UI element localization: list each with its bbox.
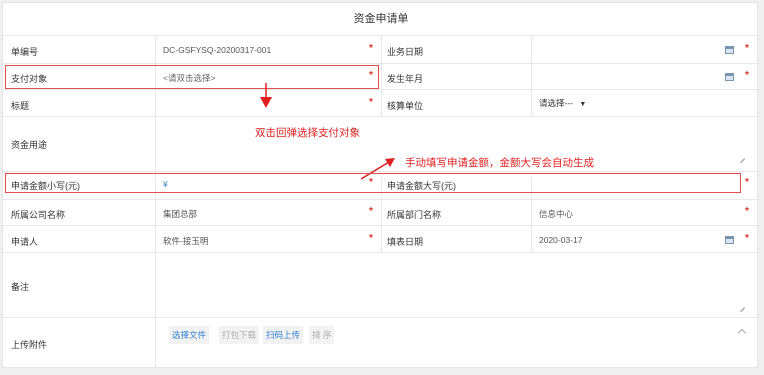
purpose-label: 资金用途 [11,140,48,150]
amount-upper-label: 申请金额大写(元) [387,181,456,191]
divider [155,177,156,369]
required-mark: * [369,97,373,108]
department-value[interactable]: 信息中心 [539,208,573,220]
applicant-value[interactable]: 软件-接玉明 [163,235,208,247]
accounting-unit-select[interactable]: 请选择--- ▼ [539,97,586,109]
required-mark: * [369,43,373,54]
resize-handle-icon[interactable] [739,302,745,308]
sort-button[interactable]: 排 序 [309,326,335,344]
resize-handle-icon[interactable] [739,153,745,159]
payee-label: 支付对象 [11,74,48,84]
required-mark: * [745,233,749,244]
amount-lower-label: 申请金额小写(元) [11,181,80,191]
company-label: 所属公司名称 [11,210,66,220]
amount-annotation: 手动填写申请金额，金额大写会自动生成 [405,157,594,169]
scan-upload-button[interactable]: 扫码上传 [263,326,304,344]
down-arrow-icon [260,83,272,108]
calendar-icon[interactable] [725,46,734,54]
amount-upper-value [539,179,719,191]
occur-month-label: 发生年月 [387,74,424,84]
amount-lower-input[interactable]: ¥ [163,179,353,191]
required-mark: * [745,206,749,217]
form-title: 资金申请单 [3,3,759,36]
required-mark: * [369,233,373,244]
row-divider [3,252,759,253]
company-value[interactable]: 集团总部 [163,208,197,220]
dropdown-arrow-icon: ▼ [579,101,587,108]
row-divider [3,199,759,200]
divider [531,36,532,116]
applicant-label: 申请人 [11,237,39,247]
required-mark: * [745,177,749,188]
occur-month-input[interactable] [539,72,719,84]
required-mark: * [369,70,373,81]
divider [155,36,156,176]
required-mark: * [745,43,749,54]
row-divider [3,225,759,226]
doc-no-label: 单编号 [11,47,39,57]
fill-date-label: 填表日期 [387,237,424,247]
remark-textarea[interactable] [163,258,743,312]
attachments-label: 上传附件 [11,340,48,350]
choose-file-button[interactable]: 选择文件 [169,326,210,344]
chevron-up-icon[interactable] [737,328,747,338]
calendar-icon[interactable] [725,73,734,81]
required-mark: * [369,177,373,188]
row-divider [3,63,759,64]
fill-date-input[interactable]: 2020-03-17 [539,235,582,245]
accounting-unit-label: 核算单位 [387,101,424,111]
required-mark: * [745,70,749,81]
accounting-unit-value: 请选择--- [539,98,573,108]
row-divider [3,89,759,90]
pack-download-button[interactable]: 打包下载 [219,326,260,344]
calendar-icon[interactable] [725,236,734,244]
biz-date-label: 业务日期 [387,47,424,57]
fund-application-form: 资金申请单 单编号 DC-GSFYSQ-20200317-001 * 业务日期 … [2,2,759,369]
row-divider [3,317,759,318]
doc-no-value: DC-GSFYSQ-20200317-001 [163,45,272,55]
remark-label: 备注 [11,282,30,292]
department-label: 所属部门名称 [387,210,442,220]
row-divider [3,116,759,117]
payee-annotation: 双击回弹选择支付对象 [255,127,360,139]
divider [381,36,382,116]
subject-label: 标题 [11,101,30,111]
required-mark: * [369,206,373,217]
biz-date-input[interactable] [539,45,719,57]
